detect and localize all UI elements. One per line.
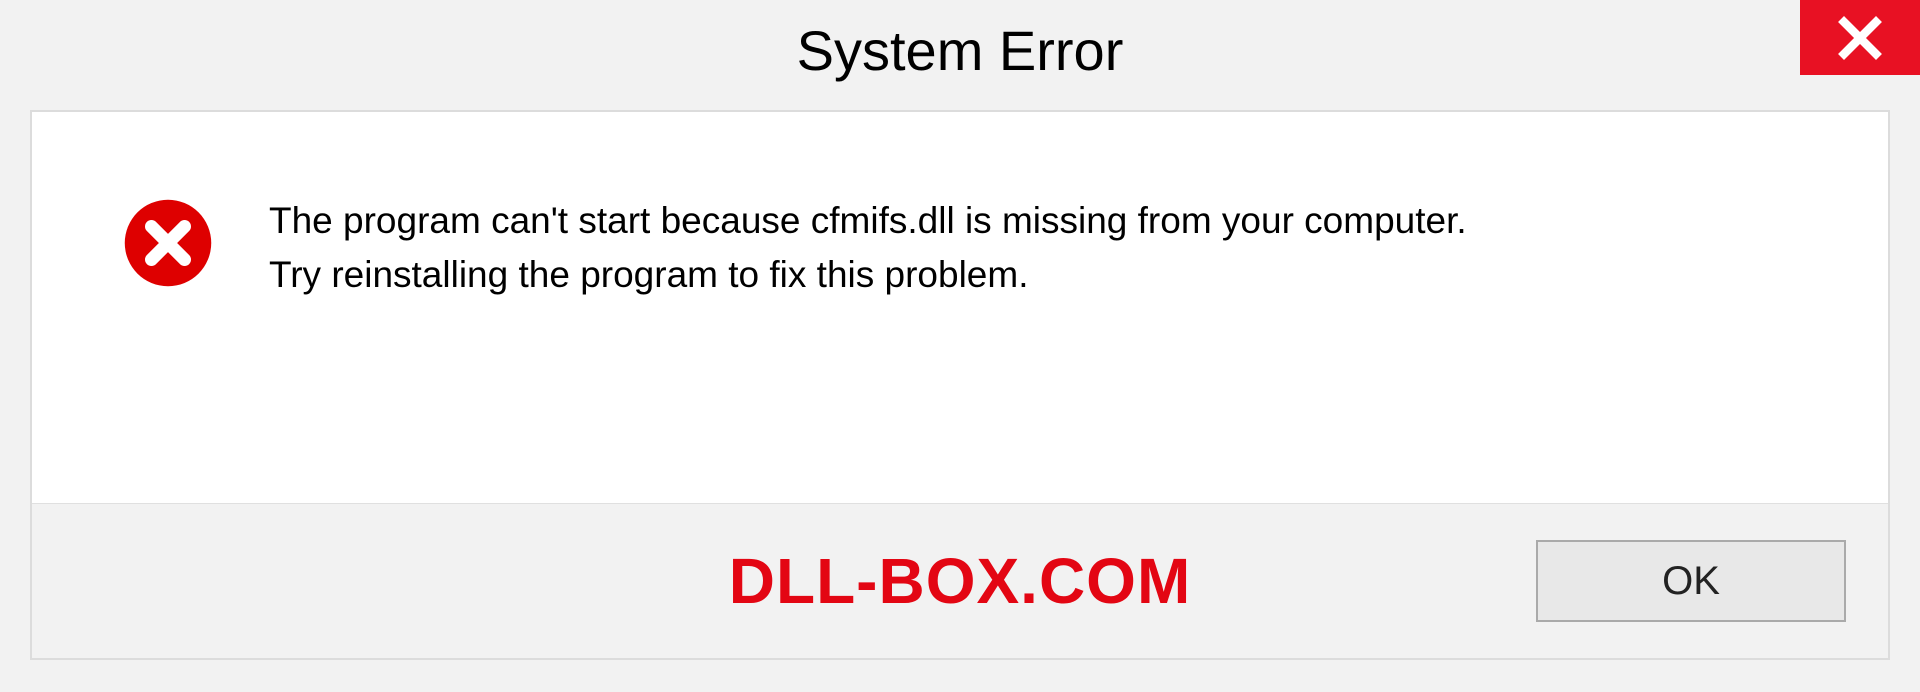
ok-button[interactable]: OK [1536,540,1846,622]
message-block: The program can't start because cfmifs.d… [269,192,1467,301]
window-title: System Error [797,18,1124,83]
watermark-text: DLL-BOX.COM [729,544,1192,618]
message-line-1: The program can't start because cfmifs.d… [269,194,1467,248]
error-icon-wrap [122,197,214,294]
error-icon [122,197,214,289]
titlebar: System Error [0,0,1920,100]
close-button[interactable] [1800,0,1920,75]
message-line-2: Try reinstalling the program to fix this… [269,248,1467,302]
close-icon [1836,14,1884,62]
content-area: The program can't start because cfmifs.d… [32,112,1888,503]
dialog-box: The program can't start because cfmifs.d… [30,110,1890,660]
footer-area: DLL-BOX.COM OK [32,503,1888,658]
